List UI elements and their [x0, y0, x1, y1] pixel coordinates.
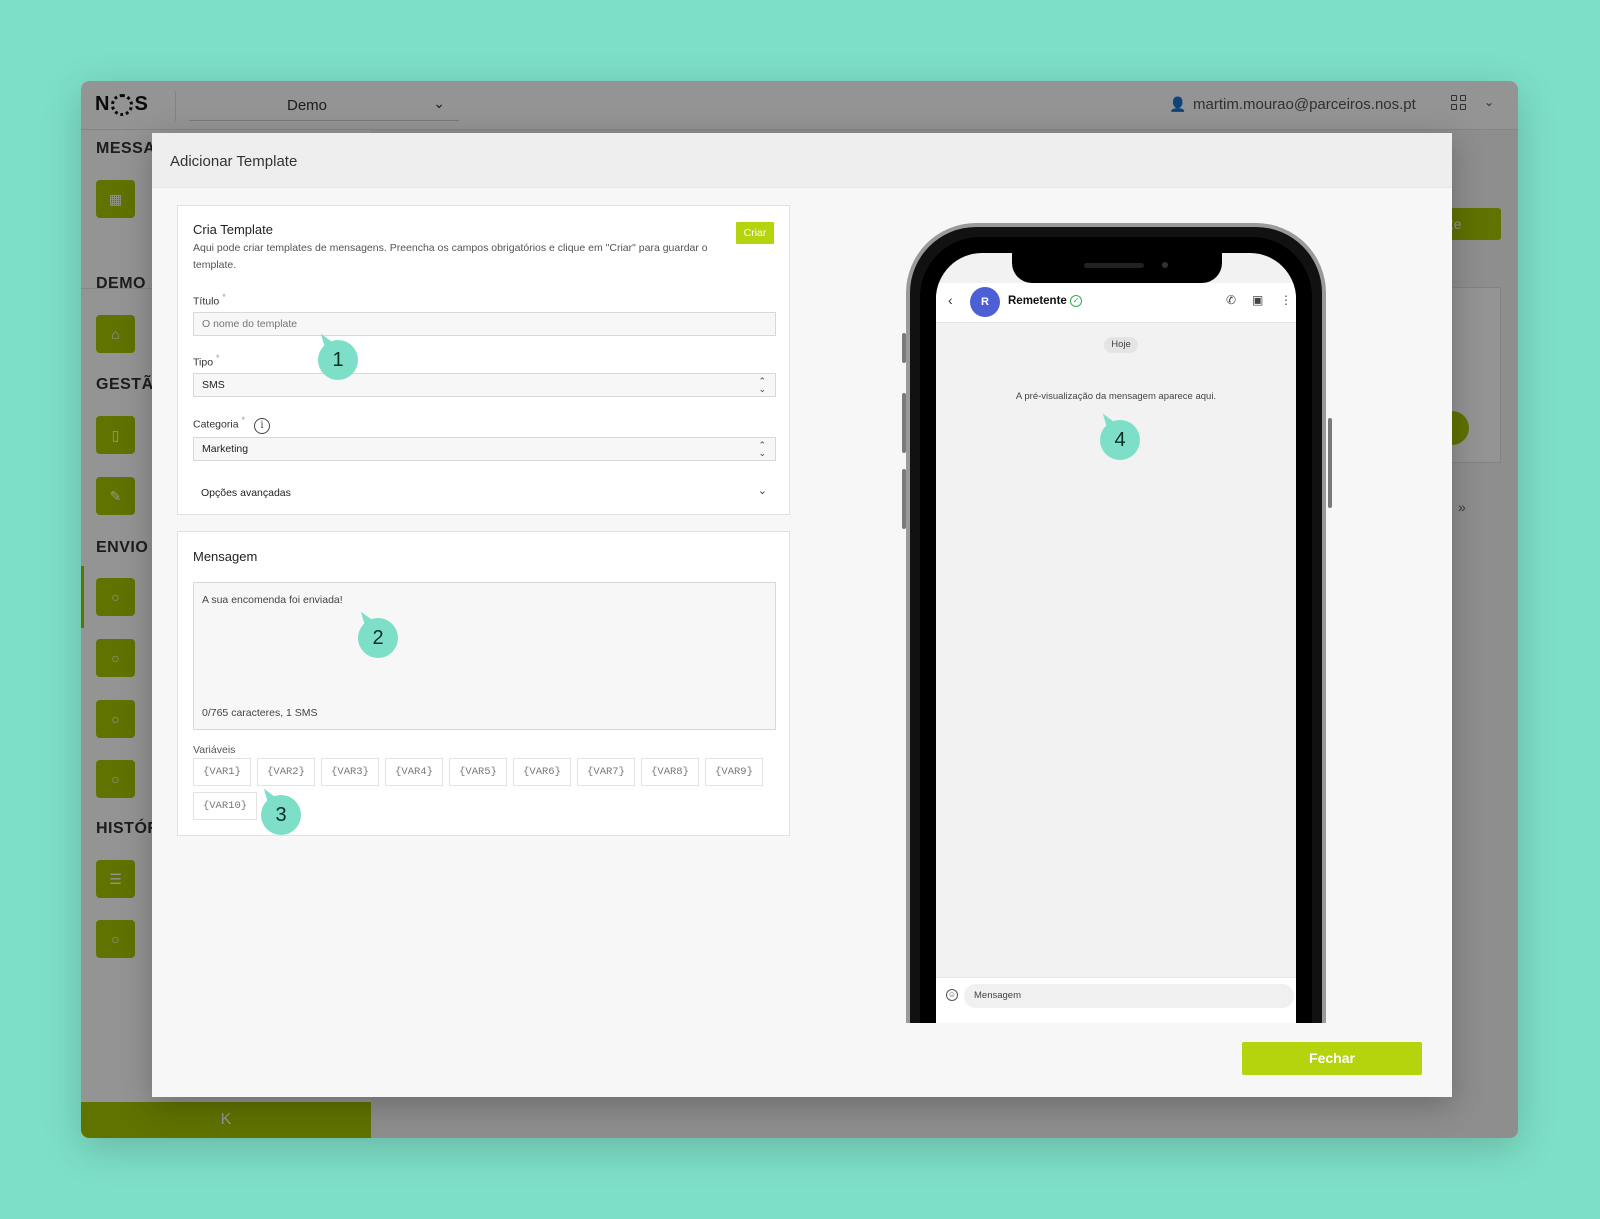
variable-chip[interactable]: {VAR1}	[193, 758, 251, 786]
card-title: Mensagem	[193, 549, 258, 564]
message-preview-text: A pré-visualização da mensagem aparece a…	[1015, 391, 1217, 402]
create-button[interactable]: Criar	[736, 222, 774, 244]
call-icon[interactable]: ✆	[1226, 293, 1236, 307]
variable-chip[interactable]: {VAR6}	[513, 758, 571, 786]
phone-camera	[1162, 262, 1168, 268]
create-template-card: Cria Template Aqui pode criar templates …	[177, 205, 790, 515]
variable-chip[interactable]: {VAR8}	[641, 758, 699, 786]
more-options-icon[interactable]: ⋮	[1280, 293, 1292, 307]
variable-chip[interactable]: {VAR9}	[705, 758, 763, 786]
category-select-value: Marketing	[202, 443, 249, 455]
phone-screen: ‹ R Remetente ✓ ✆ ▣ ⋮ Hoje A pré-visuali…	[936, 253, 1296, 1023]
type-select[interactable]: SMS ⌃ ⌄	[193, 373, 776, 397]
avatar: R	[970, 287, 1000, 317]
chat-header: ‹ R Remetente ✓ ✆ ▣ ⋮	[936, 283, 1296, 323]
video-icon[interactable]: ▣	[1252, 293, 1263, 307]
message-text: A sua encomenda foi enviada!	[202, 594, 343, 606]
phone-speaker	[1084, 263, 1144, 268]
modal-title: Adicionar Template	[170, 153, 298, 170]
add-template-modal: Adicionar Template Cria Template Aqui po…	[152, 133, 1452, 1097]
info-icon[interactable]: i	[254, 418, 270, 434]
type-select-value: SMS	[202, 379, 225, 391]
char-count: 0/765 caracteres, 1 SMS	[202, 707, 318, 719]
annotation-marker: 1	[318, 340, 358, 380]
select-arrows-icon: ⌃ ⌄	[758, 440, 766, 458]
composer-input[interactable]: Mensagem	[964, 984, 1294, 1008]
date-chip: Hoje	[1104, 337, 1138, 353]
card-description: Aqui pode criar templates de mensagens. …	[193, 242, 708, 271]
variable-chip[interactable]: {VAR3}	[321, 758, 379, 786]
modal-header: Adicionar Template	[152, 133, 1452, 188]
phone-side-button	[902, 393, 906, 453]
annotation-marker: 2	[358, 618, 398, 658]
message-textarea[interactable]: A sua encomenda foi enviada! 0/765 carac…	[193, 582, 776, 730]
title-label: Título *	[193, 292, 226, 308]
phone-preview: ‹ R Remetente ✓ ✆ ▣ ⋮ Hoje A pré-visuali…	[906, 223, 1326, 1023]
title-input[interactable]	[193, 312, 776, 336]
type-label: Tipo *	[193, 353, 220, 369]
verified-icon: ✓	[1070, 295, 1082, 307]
annotation-marker: 4	[1100, 420, 1140, 460]
advanced-options-toggle[interactable]: Opções avançadas	[201, 487, 291, 499]
message-composer: ☺ Mensagem	[936, 977, 1296, 1023]
phone-notch	[1012, 253, 1222, 283]
annotation-marker: 3	[261, 795, 301, 835]
sender-name: Remetente	[1008, 295, 1067, 307]
phone-side-button	[902, 469, 906, 529]
phone-side-button	[902, 333, 906, 363]
card-title: Cria Template	[193, 222, 273, 237]
phone-side-button	[1328, 418, 1332, 508]
close-button[interactable]: Fechar	[1242, 1042, 1422, 1075]
category-select[interactable]: Marketing ⌃ ⌄	[193, 437, 776, 461]
variable-chip[interactable]: {VAR2}	[257, 758, 315, 786]
category-label: Categoria *	[193, 415, 245, 431]
chevron-down-icon[interactable]: ⌄	[758, 484, 767, 497]
variable-chip[interactable]: {VAR5}	[449, 758, 507, 786]
select-arrows-icon: ⌃ ⌄	[758, 376, 766, 394]
phone-bezel: ‹ R Remetente ✓ ✆ ▣ ⋮ Hoje A pré-visuali…	[920, 237, 1312, 1023]
emoji-icon[interactable]: ☺	[946, 989, 958, 1001]
variable-chip[interactable]: {VAR4}	[385, 758, 443, 786]
back-arrow-icon[interactable]: ‹	[948, 292, 953, 308]
variable-chip[interactable]: {VAR7}	[577, 758, 635, 786]
variable-chip[interactable]: {VAR10}	[193, 792, 257, 820]
variables-label: Variáveis	[193, 744, 236, 756]
